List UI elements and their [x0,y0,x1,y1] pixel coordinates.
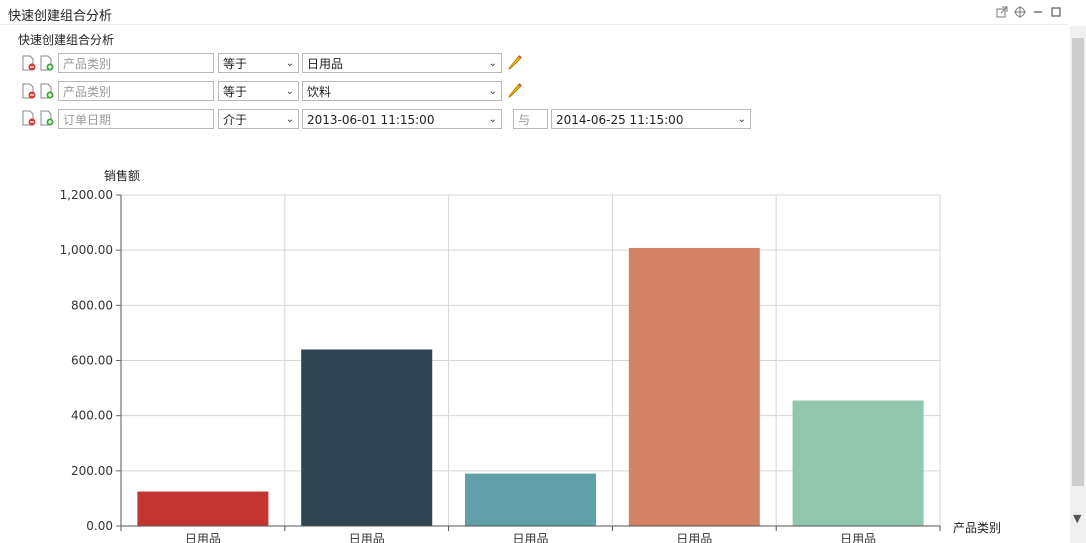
x-tick-label: 日用品 [185,532,221,543]
chevron-down-icon[interactable]: ▼ [1073,512,1081,525]
y-tick-label: 1,000.00 [60,243,113,257]
scroll-thumb[interactable] [1072,38,1084,486]
x-tick-label: 日用品 [840,532,876,543]
bar [137,491,269,526]
y-tick-label: 1,200.00 [60,188,113,202]
x-tick-label: 日用品 [676,532,712,543]
vertical-scrollbar[interactable]: ▼ [1070,26,1086,543]
bar [464,473,597,526]
y-tick-label: 800.00 [71,298,113,312]
y-tick-label: 600.00 [71,354,113,368]
bar-chart: 0.00 200.00 400.00 600.00 800.00 1,000.00 1,20… [60,188,941,543]
bar [301,349,433,526]
y-tick-label: 400.00 [71,409,113,423]
y-tick-label: 200.00 [71,464,113,478]
bar [792,400,924,526]
bar [628,247,760,526]
x-tick-label: 日用品 [349,532,385,543]
x-tick-label: 日用品 [512,532,548,543]
y-tick-label: 0.00 [86,519,113,533]
